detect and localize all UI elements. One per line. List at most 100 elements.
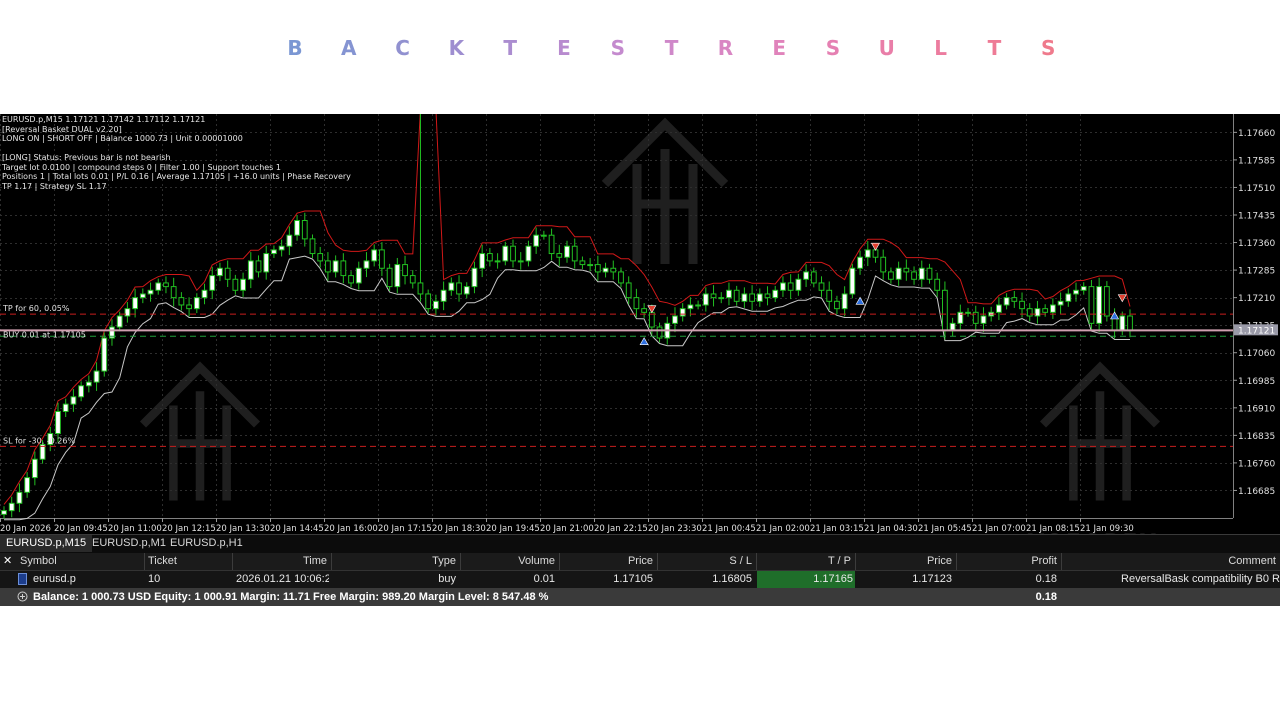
bear-candle-body — [186, 304, 192, 310]
tab-eurusd-m1[interactable]: EURUSD.p,M1 — [86, 535, 172, 552]
header-volume[interactable]: Volume — [464, 553, 555, 570]
bear-candle-body — [340, 260, 347, 277]
time-tick-label: 20 Jan 19:45 — [486, 524, 540, 534]
bull-candle-body — [85, 381, 92, 387]
heading-letter: C — [395, 36, 410, 60]
bull-candle-body — [16, 491, 23, 504]
price-tick-label: 1.16835 — [1238, 432, 1275, 442]
heading-letter: T — [987, 36, 1002, 60]
bull-candle-body — [795, 278, 802, 291]
bull-candle-body — [101, 337, 108, 372]
position-take-profit[interactable]: 1.17165 — [757, 571, 855, 588]
bear-candle-body — [163, 282, 169, 288]
header-stop-loss[interactable]: S / L — [661, 553, 752, 570]
heading-letter: E — [557, 36, 571, 60]
position-stop-loss[interactable]: 1.16805 — [661, 571, 752, 588]
bull-candle-body — [332, 260, 339, 273]
price-chart[interactable]: 1.17660 1.17585 1.17510 1.17435 1.17360 1.172… — [0, 114, 1280, 534]
time-tick-label: 21 Jan 03:15 — [810, 524, 864, 534]
position-type: buy — [438, 573, 456, 585]
bear-candle-body — [926, 267, 933, 280]
bear-candle-body — [1042, 308, 1049, 313]
bear-candle-body — [911, 271, 917, 280]
bull-candle-body — [533, 234, 540, 247]
bear-candle-body — [255, 260, 262, 273]
bull-candle-body — [1065, 293, 1072, 302]
bear-candle-body — [301, 220, 308, 240]
bull-candle-body — [756, 293, 763, 302]
time-tick-label: 20 Jan 23:30 — [648, 524, 702, 534]
header-current-price[interactable]: Price — [859, 553, 952, 570]
price-tick-label: 1.17285 — [1238, 267, 1275, 277]
time-tick-label: 20 Jan 18:30 — [432, 524, 486, 534]
bull-candle-body — [525, 245, 532, 262]
bull-candle-body — [93, 370, 100, 383]
bull-candle-body — [31, 458, 38, 479]
bear-candle-body — [810, 271, 817, 284]
heading-letter: S — [825, 36, 841, 60]
header-time[interactable]: Time — [236, 553, 327, 570]
position-icon — [18, 571, 28, 588]
price-tick-label: 1.16985 — [1238, 377, 1275, 387]
bear-candle-body — [325, 260, 331, 273]
current-price-tag-label: 1.17121 — [1238, 326, 1275, 336]
header-symbol[interactable]: Symbol — [20, 553, 140, 570]
bear-candle-body — [224, 267, 231, 280]
bear-candle-body — [1011, 297, 1018, 302]
bull-candle-body — [155, 282, 162, 291]
bull-candle-body — [286, 234, 293, 247]
bear-candle-body — [942, 289, 948, 332]
bear-candle-body — [903, 267, 910, 273]
time-tick-label: 21 Jan 02:00 — [756, 524, 810, 534]
heading-letter: K — [448, 36, 465, 60]
time-tick-label: 21 Jan 04:30 — [864, 524, 918, 534]
header-type[interactable]: Type — [335, 553, 456, 570]
header-comment[interactable]: Comment — [1065, 553, 1276, 570]
buy-level-label: BUY 0.01 at 1.17105 — [3, 330, 86, 339]
bull-candle-body — [440, 289, 447, 302]
time-tick-label: 20 Jan 16:00 — [324, 524, 378, 534]
bear-candle-body — [1103, 286, 1110, 317]
header-ticket[interactable]: Ticket — [148, 553, 228, 570]
trade-terminal: ✕ Symbol Ticket Time Type Volume Price S… — [0, 553, 1280, 606]
bull-candle-body — [895, 267, 902, 280]
position-row[interactable]: eurusd.p 10 2026.01.21 10:06:23 buy 0.01… — [0, 571, 1280, 588]
price-tick-label: 1.16685 — [1238, 487, 1275, 497]
heading-letter: A — [341, 36, 357, 60]
bear-candle-body — [402, 264, 408, 277]
header-profit[interactable]: Profit — [960, 553, 1057, 570]
bull-candle-body — [1049, 304, 1056, 313]
header-take-profit[interactable]: T / P — [760, 553, 851, 570]
bear-candle-body — [594, 264, 601, 273]
info-line: [LONG] Status: Previous bar is not beari… — [2, 153, 171, 162]
bear-candle-body — [618, 271, 624, 284]
close-icon[interactable]: ✕ — [3, 553, 13, 570]
bull-candle-body — [718, 297, 725, 300]
bear-candle-body — [486, 253, 493, 262]
position-comment: ReversalBask compatibility B0 R — [1121, 573, 1280, 585]
candle — [1103, 281, 1110, 322]
bull-candle-body — [355, 267, 362, 284]
info-line: Target lot 0.0100 | compound steps 0 | F… — [2, 162, 281, 172]
bull-candle-body — [479, 253, 486, 269]
heading-letter: L — [934, 36, 947, 60]
bear-candle-body — [888, 271, 894, 280]
tab-eurusd-m15[interactable]: EURUSD.p,M15 — [0, 535, 93, 552]
account-summary: Balance: 1 000.73 USD Equity: 1 000.91 M… — [33, 591, 549, 603]
time-tick-label: 20 Jan 11:00 — [108, 524, 162, 534]
bull-candle-body — [448, 282, 455, 291]
bull-candle-body — [1080, 286, 1087, 291]
tab-eurusd-h1[interactable]: EURUSD.p,H1 — [164, 535, 249, 552]
heading-letter: U — [878, 36, 895, 60]
bull-candle-body — [1, 510, 7, 515]
bull-candle-body — [363, 260, 370, 269]
bear-candle-body — [1088, 286, 1095, 324]
header-price[interactable]: Price — [563, 553, 653, 570]
bear-candle-body — [710, 293, 717, 299]
bull-candle-body — [62, 403, 69, 412]
time-tick-label: 20 Jan 21:00 — [540, 524, 594, 534]
info-line: LONG ON | SHORT OFF | Balance 1000.73 | … — [2, 134, 243, 143]
position-current-price: 1.17123 — [912, 573, 952, 585]
expand-icon[interactable] — [17, 589, 29, 606]
bull-candle-body — [240, 278, 246, 291]
